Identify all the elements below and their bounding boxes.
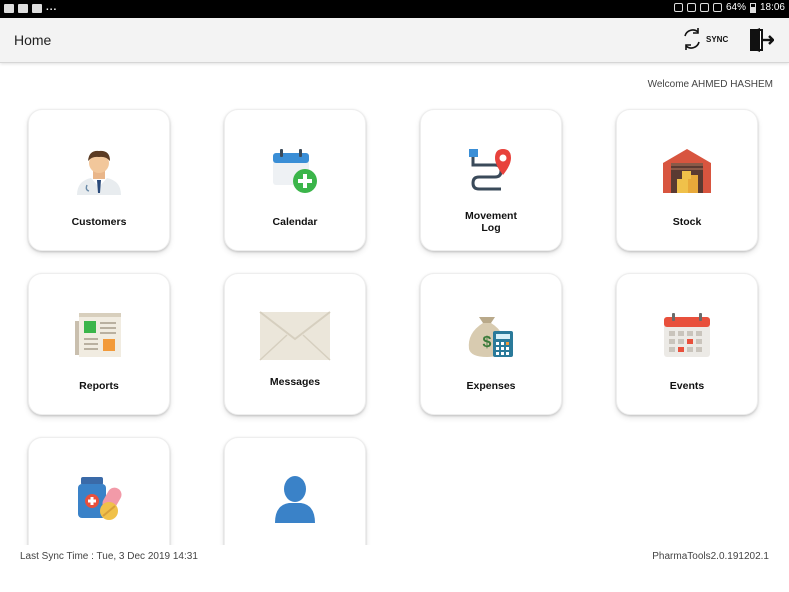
last-sync-time: Last Sync Time : Tue, 3 Dec 2019 14:31: [20, 551, 198, 562]
user-silhouette-icon: [275, 476, 315, 523]
tile-label: Reports: [79, 380, 119, 392]
customers-tile[interactable]: Customers: [28, 109, 170, 251]
calendar-tile[interactable]: Calendar: [224, 109, 366, 251]
tile-label: Movement Log: [421, 210, 561, 234]
doctor-icon: [77, 150, 121, 195]
movement-log-tile[interactable]: Movement Log: [420, 109, 562, 251]
medicines-tile[interactable]: [28, 437, 170, 545]
tile-label: Expenses: [466, 380, 516, 392]
svg-text:$: $: [483, 334, 492, 351]
warehouse-icon: [663, 149, 711, 193]
tile-label: Calendar: [272, 216, 318, 228]
tile-label: My: [225, 544, 365, 545]
app-version: PharmaTools2.0.191202.1: [652, 551, 769, 562]
tile-label-line1: Movement: [465, 210, 517, 222]
route-pin-icon: [469, 149, 511, 191]
tile-label-line2: Log: [481, 222, 501, 234]
tile-label: Stock: [672, 216, 702, 228]
money-bag-calculator-icon: $: [468, 317, 513, 357]
stock-tile[interactable]: Stock: [616, 109, 758, 251]
event-calendar-icon: [664, 313, 710, 357]
tile-label: Customers: [71, 216, 127, 228]
home-grid: Customers Calendar Movement Log Stock Re…: [0, 0, 789, 545]
messages-tile[interactable]: Messages: [224, 273, 366, 415]
envelope-icon: [259, 311, 331, 361]
my-profile-tile[interactable]: My: [224, 437, 366, 545]
reports-tile[interactable]: Reports: [28, 273, 170, 415]
tile-label: Events: [669, 380, 705, 392]
calendar-add-icon: [273, 149, 317, 193]
tile-label: Messages: [269, 376, 321, 388]
medicine-icon: [78, 477, 122, 520]
events-tile[interactable]: Events: [616, 273, 758, 415]
expenses-tile[interactable]: $ Expenses: [420, 273, 562, 415]
newspaper-icon: [75, 313, 121, 357]
